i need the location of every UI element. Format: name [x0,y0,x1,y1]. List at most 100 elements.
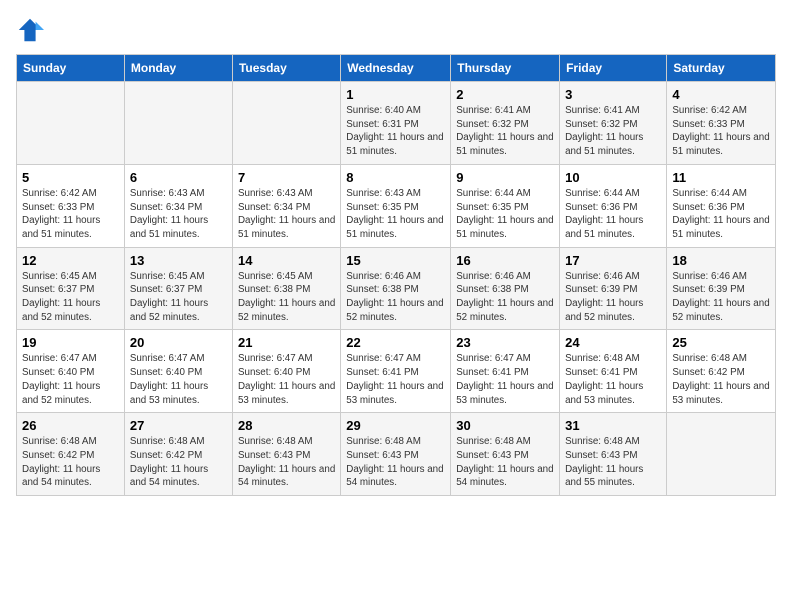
day-info: Sunrise: 6:45 AMSunset: 6:37 PMDaylight:… [130,270,227,325]
day-info: Sunrise: 6:48 AMSunset: 6:41 PMDaylight:… [565,352,661,407]
calendar-cell: 7 Sunrise: 6:43 AMSunset: 6:34 PMDaylight… [232,164,340,247]
day-info: Sunrise: 6:43 AMSunset: 6:34 PMDaylight:… [130,187,227,242]
calendar-cell: 31 Sunrise: 6:48 AMSunset: 6:43 PMDayligh… [560,413,667,496]
logo-icon [16,16,44,44]
calendar-cell: 18Sunrise: 6:46 AMSunset: 6:39 PMDayligh… [667,247,776,330]
day-number: 18 [672,253,770,268]
calendar-cell: 21 Sunrise: 6:47 AMSunset: 6:40 PMDayligh… [232,330,340,413]
day-info: Sunrise: 6:45 AMSunset: 6:37 PMDaylight:… [22,270,119,325]
calendar-cell: 19 Sunrise: 6:47 AMSunset: 6:40 PMDayligh… [17,330,125,413]
calendar-cell: 16Sunrise: 6:46 AMSunset: 6:38 PMDayligh… [451,247,560,330]
day-number: 27 [130,418,227,433]
day-number: 25 [672,335,770,350]
day-number: 17 [565,253,661,268]
calendar-cell: 26 Sunrise: 6:48 AMSunset: 6:42 PMDayligh… [17,413,125,496]
day-info: Sunrise: 6:47 AMSunset: 6:41 PMDaylight:… [456,352,554,407]
day-number: 26 [22,418,119,433]
calendar-cell: 9 Sunrise: 6:44 AMSunset: 6:35 PMDaylight… [451,164,560,247]
day-info: Sunrise: 6:47 AMSunset: 6:41 PMDaylight:… [346,352,445,407]
calendar-cell: 8Sunrise: 6:43 AMSunset: 6:35 PMDaylight… [341,164,451,247]
calendar-week-row: 19 Sunrise: 6:47 AMSunset: 6:40 PMDayligh… [17,330,776,413]
logo [16,16,48,44]
day-number: 11 [672,170,770,185]
calendar-cell: 13 Sunrise: 6:45 AMSunset: 6:37 PMDayligh… [124,247,232,330]
day-number: 21 [238,335,335,350]
day-number: 5 [22,170,119,185]
day-number: 15 [346,253,445,268]
col-header-tuesday: Tuesday [232,55,340,82]
calendar-cell: 1 Sunrise: 6:40 AMSunset: 6:31 PMDaylight… [341,82,451,165]
calendar-cell: 23 Sunrise: 6:47 AMSunset: 6:41 PMDayligh… [451,330,560,413]
calendar-cell: 5 Sunrise: 6:42 AMSunset: 6:33 PMDaylight… [17,164,125,247]
calendar-header-row: SundayMondayTuesdayWednesdayThursdayFrid… [17,55,776,82]
day-number: 23 [456,335,554,350]
calendar-cell: 15Sunrise: 6:46 AMSunset: 6:38 PMDayligh… [341,247,451,330]
day-number: 4 [672,87,770,102]
day-info: Sunrise: 6:41 AMSunset: 6:32 PMDaylight:… [565,104,661,159]
calendar-cell: 14 Sunrise: 6:45 AMSunset: 6:38 PMDayligh… [232,247,340,330]
calendar-cell: 3 Sunrise: 6:41 AMSunset: 6:32 PMDaylight… [560,82,667,165]
day-number: 19 [22,335,119,350]
calendar-cell: 17 Sunrise: 6:46 AMSunset: 6:39 PMDayligh… [560,247,667,330]
day-number: 3 [565,87,661,102]
day-info: Sunrise: 6:48 AMSunset: 6:43 PMDaylight:… [456,435,554,490]
day-info: Sunrise: 6:47 AMSunset: 6:40 PMDaylight:… [130,352,227,407]
col-header-friday: Friday [560,55,667,82]
col-header-wednesday: Wednesday [341,55,451,82]
day-info: Sunrise: 6:46 AMSunset: 6:38 PMDaylight:… [456,270,554,325]
calendar-cell [17,82,125,165]
day-info: Sunrise: 6:48 AMSunset: 6:42 PMDaylight:… [130,435,227,490]
day-number: 28 [238,418,335,433]
day-info: Sunrise: 6:43 AMSunset: 6:34 PMDaylight:… [238,187,335,242]
calendar-week-row: 5 Sunrise: 6:42 AMSunset: 6:33 PMDaylight… [17,164,776,247]
day-number: 14 [238,253,335,268]
calendar-cell: 10 Sunrise: 6:44 AMSunset: 6:36 PMDayligh… [560,164,667,247]
day-info: Sunrise: 6:48 AMSunset: 6:43 PMDaylight:… [565,435,661,490]
day-info: Sunrise: 6:48 AMSunset: 6:42 PMDaylight:… [22,435,119,490]
day-number: 20 [130,335,227,350]
calendar-cell: 4 Sunrise: 6:42 AMSunset: 6:33 PMDaylight… [667,82,776,165]
day-info: Sunrise: 6:48 AMSunset: 6:43 PMDaylight:… [346,435,445,490]
day-number: 9 [456,170,554,185]
day-info: Sunrise: 6:44 AMSunset: 6:36 PMDaylight:… [672,187,770,242]
day-info: Sunrise: 6:46 AMSunset: 6:39 PMDaylight:… [565,270,661,325]
day-number: 12 [22,253,119,268]
day-info: Sunrise: 6:44 AMSunset: 6:35 PMDaylight:… [456,187,554,242]
day-number: 13 [130,253,227,268]
calendar-week-row: 26 Sunrise: 6:48 AMSunset: 6:42 PMDayligh… [17,413,776,496]
day-info: Sunrise: 6:47 AMSunset: 6:40 PMDaylight:… [22,352,119,407]
calendar-cell [124,82,232,165]
calendar-table: SundayMondayTuesdayWednesdayThursdayFrid… [16,54,776,496]
calendar-cell [667,413,776,496]
calendar-cell: 12 Sunrise: 6:45 AMSunset: 6:37 PMDayligh… [17,247,125,330]
day-number: 29 [346,418,445,433]
day-info: Sunrise: 6:45 AMSunset: 6:38 PMDaylight:… [238,270,335,325]
calendar-cell: 24Sunrise: 6:48 AMSunset: 6:41 PMDayligh… [560,330,667,413]
day-info: Sunrise: 6:42 AMSunset: 6:33 PMDaylight:… [22,187,119,242]
calendar-cell: 11 Sunrise: 6:44 AMSunset: 6:36 PMDayligh… [667,164,776,247]
calendar-cell: 22 Sunrise: 6:47 AMSunset: 6:41 PMDayligh… [341,330,451,413]
day-info: Sunrise: 6:47 AMSunset: 6:40 PMDaylight:… [238,352,335,407]
day-info: Sunrise: 6:42 AMSunset: 6:33 PMDaylight:… [672,104,770,159]
col-header-thursday: Thursday [451,55,560,82]
col-header-saturday: Saturday [667,55,776,82]
calendar-cell: 27 Sunrise: 6:48 AMSunset: 6:42 PMDayligh… [124,413,232,496]
day-info: Sunrise: 6:40 AMSunset: 6:31 PMDaylight:… [346,104,445,159]
day-number: 22 [346,335,445,350]
day-info: Sunrise: 6:44 AMSunset: 6:36 PMDaylight:… [565,187,661,242]
calendar-cell: 25Sunrise: 6:48 AMSunset: 6:42 PMDayligh… [667,330,776,413]
calendar-cell: 6Sunrise: 6:43 AMSunset: 6:34 PMDaylight… [124,164,232,247]
day-info: Sunrise: 6:41 AMSunset: 6:32 PMDaylight:… [456,104,554,159]
day-number: 1 [346,87,445,102]
day-number: 7 [238,170,335,185]
calendar-cell: 20 Sunrise: 6:47 AMSunset: 6:40 PMDayligh… [124,330,232,413]
day-number: 31 [565,418,661,433]
calendar-week-row: 12 Sunrise: 6:45 AMSunset: 6:37 PMDayligh… [17,247,776,330]
day-number: 30 [456,418,554,433]
calendar-cell: 30 Sunrise: 6:48 AMSunset: 6:43 PMDayligh… [451,413,560,496]
calendar-cell: 29 Sunrise: 6:48 AMSunset: 6:43 PMDayligh… [341,413,451,496]
calendar-cell [232,82,340,165]
day-number: 10 [565,170,661,185]
page-header [16,16,776,44]
calendar-cell: 2Sunrise: 6:41 AMSunset: 6:32 PMDaylight… [451,82,560,165]
